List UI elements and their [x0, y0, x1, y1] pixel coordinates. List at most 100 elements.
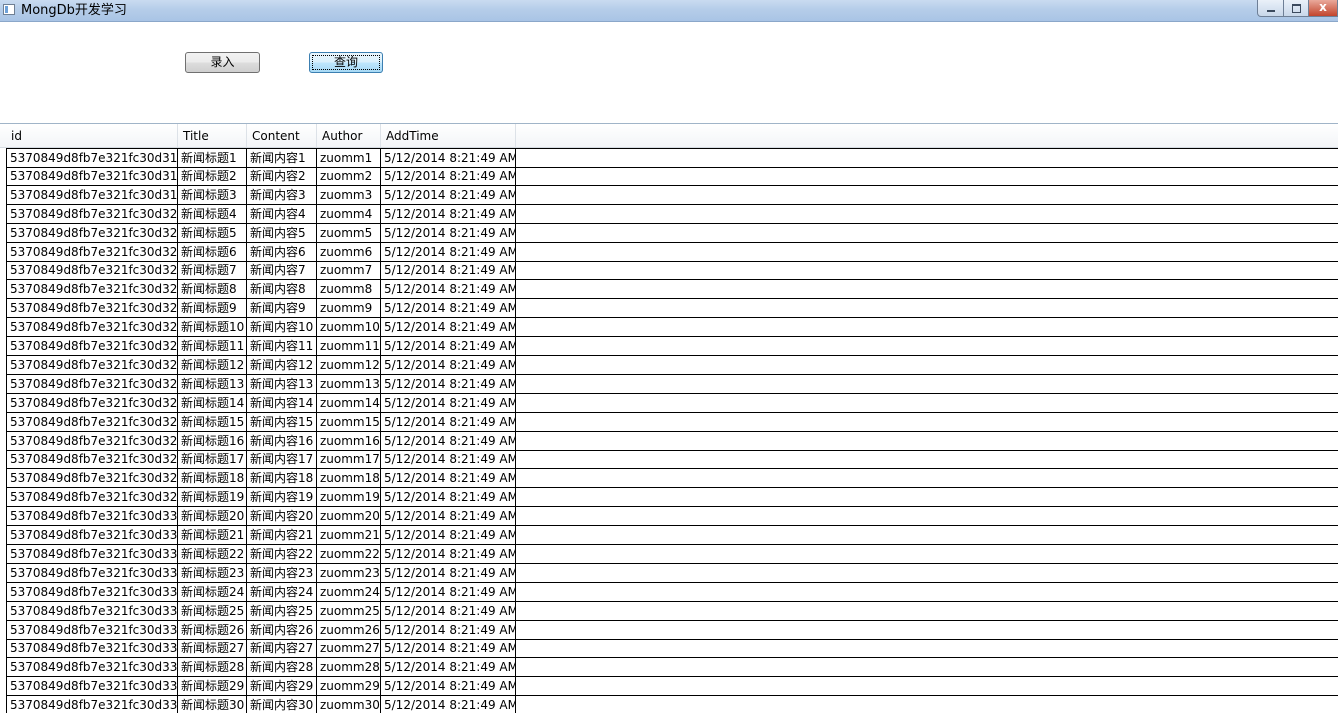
cell-content[interactable]: 新闻内容29	[247, 677, 317, 696]
cell-title[interactable]: 新闻标题23	[178, 563, 247, 582]
table-row[interactable]: 5370849d8fb7e321fc30d326 新闻标题10 新闻内容10 zuom…	[6, 318, 1338, 338]
cell-addtime[interactable]: 5/12/2014 8:21:49 AM	[381, 526, 516, 544]
cell-content[interactable]: 新闻内容20	[247, 507, 317, 526]
cell-addtime[interactable]: 5/12/2014 8:21:49 AM	[381, 601, 516, 620]
cell-content[interactable]: 新闻内容30	[247, 696, 317, 713]
cell-title[interactable]: 新闻标题8	[178, 280, 247, 299]
cell-title[interactable]: 新闻标题1	[178, 149, 247, 167]
cell-addtime[interactable]: 5/12/2014 8:21:49 AM	[381, 355, 516, 374]
cell-content[interactable]: 新闻内容11	[247, 337, 317, 355]
cell-author[interactable]: zuomm3	[317, 185, 381, 204]
cell-title[interactable]: 新闻标题28	[178, 658, 247, 677]
cell-id[interactable]: 5370849d8fb7e321fc30d332	[6, 544, 178, 563]
cell-id[interactable]: 5370849d8fb7e321fc30d322	[6, 242, 178, 261]
cell-author[interactable]: zuomm8	[317, 280, 381, 299]
cell-id[interactable]: 5370849d8fb7e321fc30d333	[6, 563, 178, 582]
close-button[interactable]: x	[1308, 0, 1338, 17]
cell-id[interactable]: 5370849d8fb7e321fc30d325	[6, 299, 178, 318]
table-row[interactable]: 5370849d8fb7e321fc30d32c 新闻标题16 新闻内容16 zuom…	[6, 431, 1338, 451]
cell-id[interactable]: 5370849d8fb7e321fc30d321	[6, 223, 178, 242]
entry-button[interactable]: 录入	[185, 52, 260, 73]
cell-title[interactable]: 新闻标题26	[178, 620, 247, 639]
cell-author[interactable]: zuomm17	[317, 450, 381, 469]
cell-author[interactable]: zuomm9	[317, 299, 381, 318]
cell-addtime[interactable]: 5/12/2014 8:21:49 AM	[381, 431, 516, 450]
cell-author[interactable]: zuomm4	[317, 204, 381, 223]
cell-id[interactable]: 5370849d8fb7e321fc30d327	[6, 337, 178, 355]
cell-content[interactable]: 新闻内容26	[247, 620, 317, 639]
table-row[interactable]: 5370849d8fb7e321fc30d32a 新闻标题14 新闻内容14 zuom…	[6, 393, 1338, 413]
minimize-button[interactable]	[1257, 0, 1284, 17]
table-row[interactable]: 5370849d8fb7e321fc30d337 新闻标题27 新闻内容27 zuom…	[6, 639, 1338, 659]
cell-id[interactable]: 5370849d8fb7e321fc30d335	[6, 601, 178, 620]
table-row[interactable]: 5370849d8fb7e321fc30d330 新闻标题20 新闻内容20 zuom…	[6, 507, 1338, 527]
table-row[interactable]: 5370849d8fb7e321fc30d32f 新闻标题19 新闻内容19 zuom…	[6, 488, 1338, 508]
cell-author[interactable]: zuomm14	[317, 393, 381, 412]
cell-addtime[interactable]: 5/12/2014 8:21:49 AM	[381, 450, 516, 469]
cell-title[interactable]: 新闻标题29	[178, 677, 247, 696]
table-row[interactable]: 5370849d8fb7e321fc30d32d 新闻标题17 新闻内容17 zuom…	[6, 450, 1338, 470]
cell-title[interactable]: 新闻标题5	[178, 223, 247, 242]
cell-content[interactable]: 新闻内容12	[247, 355, 317, 374]
cell-content[interactable]: 新闻内容23	[247, 563, 317, 582]
cell-author[interactable]: zuomm29	[317, 677, 381, 696]
cell-id[interactable]: 5370849d8fb7e321fc30d329	[6, 374, 178, 393]
column-header-content[interactable]: Content	[247, 124, 317, 147]
cell-id[interactable]: 5370849d8fb7e321fc30d320	[6, 204, 178, 223]
cell-author[interactable]: zuomm6	[317, 242, 381, 261]
table-row[interactable]: 5370849d8fb7e321fc30d321 新闻标题5 新闻内容5 zuomm5…	[6, 223, 1338, 243]
column-header-title[interactable]: Title	[178, 124, 247, 147]
cell-title[interactable]: 新闻标题18	[178, 469, 247, 488]
cell-id[interactable]: 5370849d8fb7e321fc30d31f	[6, 185, 178, 204]
cell-content[interactable]: 新闻内容7	[247, 261, 317, 280]
cell-id[interactable]: 5370849d8fb7e321fc30d337	[6, 639, 178, 658]
cell-addtime[interactable]: 5/12/2014 8:21:49 AM	[381, 149, 516, 167]
cell-author[interactable]: zuomm16	[317, 431, 381, 450]
cell-content[interactable]: 新闻内容6	[247, 242, 317, 261]
cell-author[interactable]: zuomm26	[317, 620, 381, 639]
table-row[interactable]: 5370849d8fb7e321fc30d335 新闻标题25 新闻内容25 zuom…	[6, 601, 1338, 621]
cell-id[interactable]: 5370849d8fb7e321fc30d326	[6, 318, 178, 337]
cell-id[interactable]: 5370849d8fb7e321fc30d331	[6, 526, 178, 544]
cell-content[interactable]: 新闻内容24	[247, 582, 317, 601]
cell-title[interactable]: 新闻标题30	[178, 696, 247, 713]
table-row[interactable]: 5370849d8fb7e321fc30d322 新闻标题6 新闻内容6 zuomm6…	[6, 242, 1338, 262]
cell-title[interactable]: 新闻标题25	[178, 601, 247, 620]
cell-id[interactable]: 5370849d8fb7e321fc30d33a	[6, 696, 178, 713]
cell-content[interactable]: 新闻内容16	[247, 431, 317, 450]
cell-addtime[interactable]: 5/12/2014 8:21:49 AM	[381, 185, 516, 204]
cell-content[interactable]: 新闻内容5	[247, 223, 317, 242]
cell-content[interactable]: 新闻内容10	[247, 318, 317, 337]
cell-author[interactable]: zuomm18	[317, 469, 381, 488]
cell-title[interactable]: 新闻标题10	[178, 318, 247, 337]
cell-content[interactable]: 新闻内容4	[247, 204, 317, 223]
cell-addtime[interactable]: 5/12/2014 8:21:49 AM	[381, 318, 516, 337]
cell-title[interactable]: 新闻标题24	[178, 582, 247, 601]
table-row[interactable]: 5370849d8fb7e321fc30d329 新闻标题13 新闻内容13 zuom…	[6, 374, 1338, 394]
cell-addtime[interactable]: 5/12/2014 8:21:49 AM	[381, 696, 516, 713]
cell-author[interactable]: zuomm13	[317, 374, 381, 393]
cell-title[interactable]: 新闻标题20	[178, 507, 247, 526]
cell-id[interactable]: 5370849d8fb7e321fc30d339	[6, 677, 178, 696]
cell-content[interactable]: 新闻内容25	[247, 601, 317, 620]
data-grid[interactable]: id Title Content Author AddTime 5370849d…	[0, 123, 1338, 713]
cell-addtime[interactable]: 5/12/2014 8:21:49 AM	[381, 488, 516, 507]
cell-addtime[interactable]: 5/12/2014 8:21:49 AM	[381, 620, 516, 639]
query-button[interactable]: 查询	[309, 52, 383, 73]
table-row[interactable]: 5370849d8fb7e321fc30d33a 新闻标题30 新闻内容30 zuom…	[6, 696, 1338, 713]
cell-title[interactable]: 新闻标题9	[178, 299, 247, 318]
cell-content[interactable]: 新闻内容14	[247, 393, 317, 412]
table-row[interactable]: 5370849d8fb7e321fc30d32e 新闻标题18 新闻内容18 zuom…	[6, 469, 1338, 489]
cell-author[interactable]: zuomm7	[317, 261, 381, 280]
cell-title[interactable]: 新闻标题12	[178, 355, 247, 374]
cell-id[interactable]: 5370849d8fb7e321fc30d32a	[6, 393, 178, 412]
cell-addtime[interactable]: 5/12/2014 8:21:49 AM	[381, 261, 516, 280]
cell-title[interactable]: 新闻标题13	[178, 374, 247, 393]
cell-addtime[interactable]: 5/12/2014 8:21:49 AM	[381, 639, 516, 658]
cell-id[interactable]: 5370849d8fb7e321fc30d323	[6, 261, 178, 280]
cell-id[interactable]: 5370849d8fb7e321fc30d31e	[6, 166, 178, 185]
cell-addtime[interactable]: 5/12/2014 8:21:49 AM	[381, 337, 516, 355]
table-row[interactable]: 5370849d8fb7e321fc30d327 新闻标题11 新闻内容11 zuom…	[6, 337, 1338, 356]
table-row[interactable]: 5370849d8fb7e321fc30d323 新闻标题7 新闻内容7 zuomm7…	[6, 261, 1338, 281]
cell-author[interactable]: zuomm2	[317, 166, 381, 185]
